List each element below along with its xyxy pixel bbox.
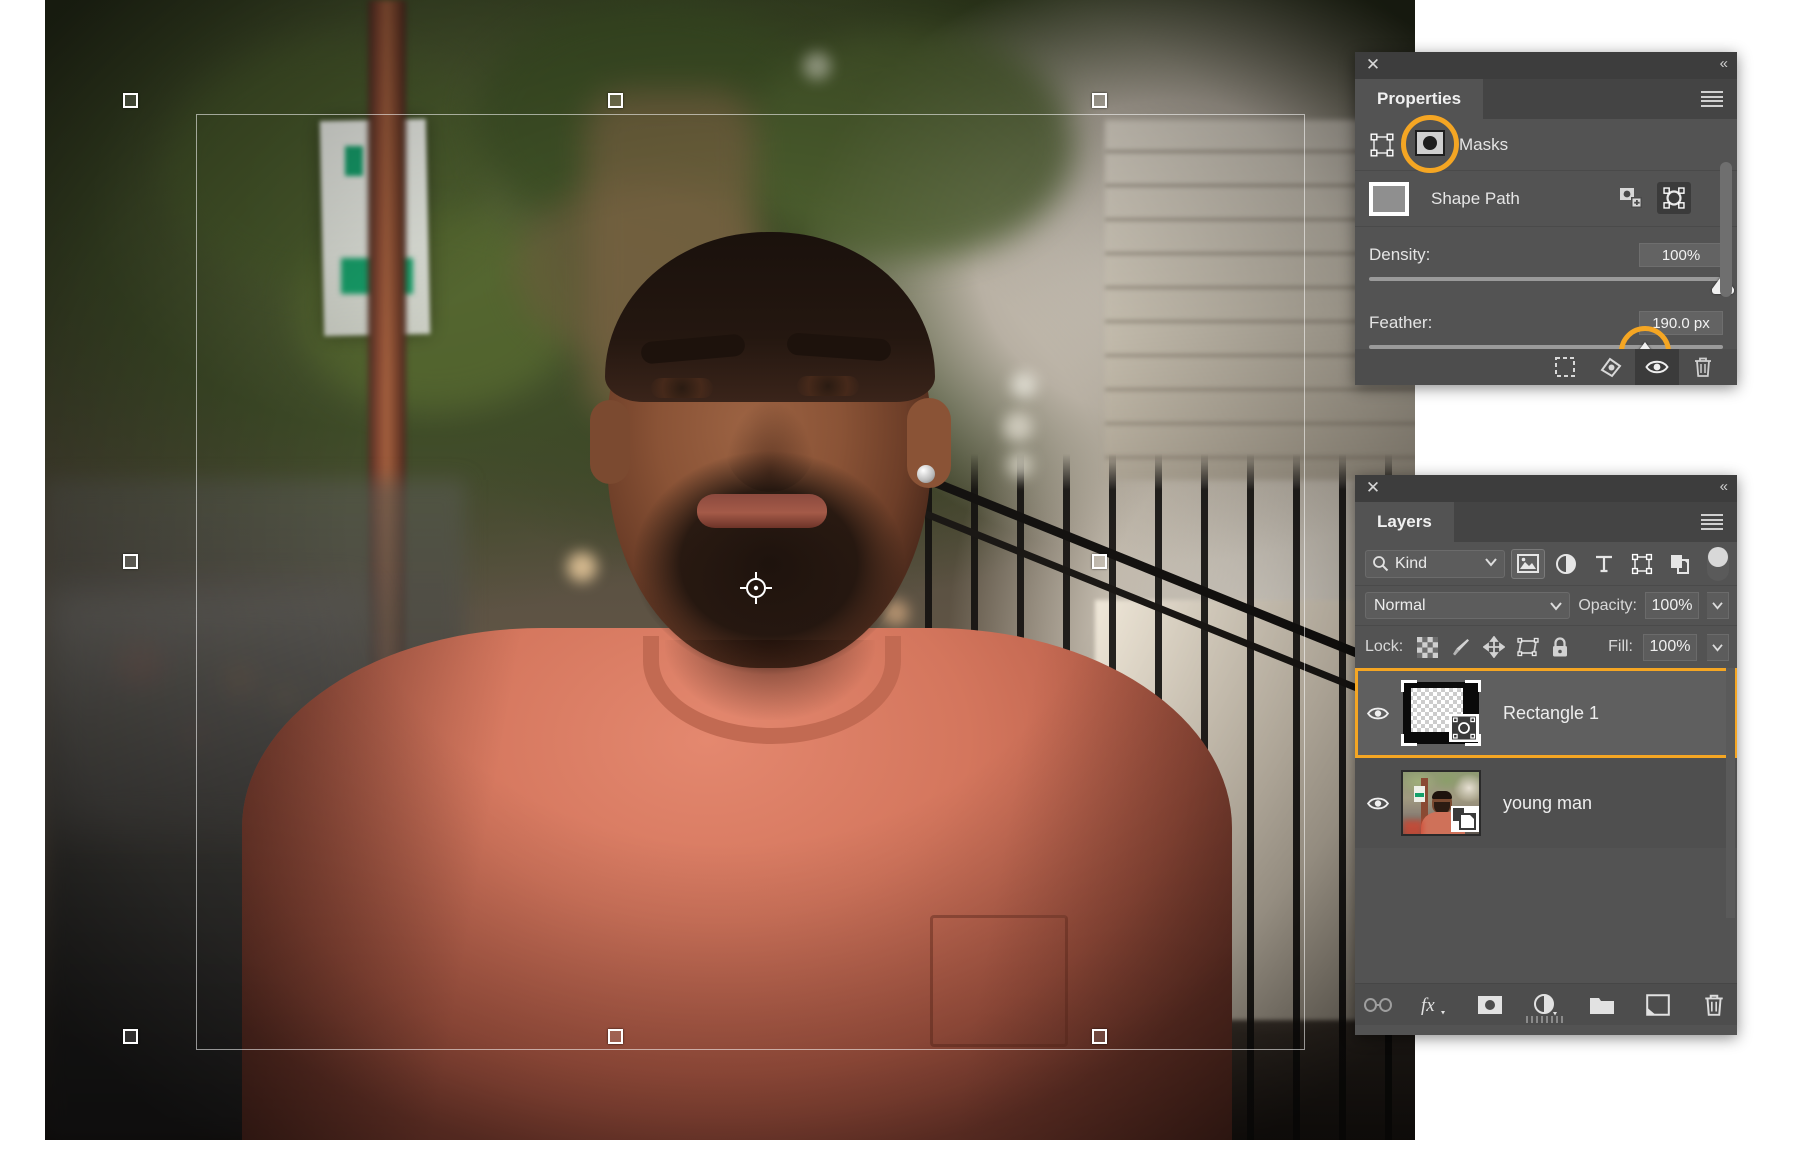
- transform-handle-bottom-left[interactable]: [123, 1029, 138, 1044]
- layers-scrollbar[interactable]: [1726, 668, 1735, 918]
- density-label: Density:: [1369, 245, 1431, 264]
- artboard-icon[interactable]: [1517, 637, 1539, 657]
- properties-mask-kind-label: Masks: [1459, 134, 1509, 154]
- properties-tab-bar: Properties: [1355, 79, 1737, 119]
- vector-mask-badge-icon: [1449, 714, 1479, 742]
- folder-icon[interactable]: [1585, 988, 1619, 1022]
- layer-blend-row: Normal Opacity: 100%: [1355, 586, 1737, 626]
- collapse-icons-icon[interactable]: «: [1720, 478, 1728, 495]
- apply-mask-icon[interactable]: [1589, 349, 1633, 385]
- adjustment-icon[interactable]: [1549, 549, 1583, 579]
- trash-icon[interactable]: [1697, 988, 1731, 1022]
- fx-icon[interactable]: fx: [1417, 988, 1451, 1022]
- panel-menu-icon[interactable]: [1701, 514, 1723, 530]
- layer-visibility-toggle[interactable]: [1355, 705, 1401, 722]
- layers-footer-toolbar: fx: [1355, 983, 1737, 1025]
- shape-icon[interactable]: [1625, 549, 1659, 579]
- close-icon[interactable]: ✕: [1364, 56, 1382, 74]
- transform-handle-bottom-right[interactable]: [1092, 1029, 1107, 1044]
- collapse-icons-icon[interactable]: «: [1720, 55, 1728, 72]
- layer-list[interactable]: Rectangle 1 young man: [1355, 668, 1737, 918]
- layer-thumbnail[interactable]: [1401, 680, 1481, 746]
- tab-layers-label: Layers: [1377, 512, 1432, 531]
- layers-panel-titlebar: ✕ «: [1355, 475, 1737, 502]
- tab-layers[interactable]: Layers: [1355, 502, 1454, 542]
- properties-shape-path-row[interactable]: Shape Path: [1355, 171, 1737, 227]
- transform-reference-point-icon[interactable]: [739, 571, 773, 605]
- properties-panel[interactable]: ✕ « Properties Masks Shape Path Density:…: [1355, 52, 1737, 385]
- layer-filter-row: Kind: [1355, 542, 1737, 586]
- vector-mask-icon[interactable]: [1657, 182, 1691, 214]
- layer-lock-row: Lock: Fill: 100%: [1355, 626, 1737, 668]
- filter-kind-select[interactable]: Kind: [1365, 549, 1505, 578]
- table-row[interactable]: Rectangle 1: [1355, 668, 1737, 758]
- transform-handle-top-right[interactable]: [1092, 93, 1107, 108]
- mask-icon[interactable]: [1473, 988, 1507, 1022]
- smart-object-badge-icon: [1451, 806, 1479, 832]
- table-row[interactable]: young man: [1355, 758, 1737, 848]
- panel-resize-grip[interactable]: [1526, 1016, 1566, 1023]
- opacity-stepper[interactable]: [1707, 592, 1729, 619]
- smart-object-icon[interactable]: [1663, 549, 1697, 579]
- layer-name[interactable]: Rectangle 1: [1503, 703, 1599, 724]
- chevron-down-icon: [1484, 557, 1498, 567]
- eye-icon[interactable]: [1635, 349, 1679, 385]
- selection-marquee-icon[interactable]: [1543, 349, 1587, 385]
- blend-mode-select[interactable]: Normal: [1365, 592, 1571, 619]
- transform-handle-middle-right[interactable]: [1092, 554, 1107, 569]
- layer-name[interactable]: young man: [1503, 793, 1592, 814]
- feather-label: Feather:: [1369, 313, 1433, 332]
- transform-handle-middle-left[interactable]: [123, 554, 138, 569]
- properties-footer-toolbar: [1355, 349, 1737, 385]
- tab-properties[interactable]: Properties: [1355, 79, 1484, 119]
- vector-mask-icon[interactable]: [1369, 132, 1395, 158]
- filter-kind-label: Kind: [1395, 554, 1428, 572]
- lock-label: Lock:: [1365, 638, 1404, 655]
- mask-thumbnail[interactable]: [1369, 181, 1409, 216]
- density-value-field[interactable]: 100%: [1639, 243, 1723, 267]
- pixel-mask-icon[interactable]: [1415, 130, 1445, 156]
- layers-tab-bar: Layers: [1355, 502, 1737, 542]
- layer-thumbnail[interactable]: [1401, 770, 1481, 836]
- search-icon: [1372, 555, 1389, 572]
- opacity-value-field[interactable]: 100%: [1645, 592, 1699, 619]
- brush-icon[interactable]: [1450, 637, 1471, 658]
- type-icon[interactable]: [1587, 549, 1621, 579]
- close-icon[interactable]: ✕: [1364, 479, 1382, 497]
- properties-panel-titlebar: ✕ «: [1355, 52, 1737, 79]
- transform-handle-bottom-center[interactable]: [608, 1029, 623, 1044]
- fill-label: Fill:: [1608, 638, 1633, 655]
- image-icon[interactable]: [1511, 548, 1545, 579]
- fill-value-field[interactable]: 100%: [1643, 633, 1697, 661]
- feather-value-field[interactable]: 190.0 px: [1639, 311, 1723, 335]
- lock-icon[interactable]: [1551, 636, 1569, 658]
- properties-scrollbar[interactable]: [1720, 162, 1732, 297]
- add-pixel-mask-icon[interactable]: [1615, 182, 1649, 214]
- move-arrows-icon[interactable]: [1483, 636, 1506, 658]
- svg-text:fx: fx: [1421, 995, 1435, 1016]
- checker-icon[interactable]: [1417, 636, 1439, 658]
- layers-panel[interactable]: ✕ « Layers Kind Normal Opacity: 100% Loc…: [1355, 475, 1737, 1035]
- chevron-down-icon: [1549, 601, 1563, 611]
- link-icon[interactable]: [1361, 988, 1395, 1022]
- properties-shape-path-label: Shape Path: [1431, 188, 1520, 208]
- density-control[interactable]: Density: 100%: [1355, 227, 1737, 294]
- trash-icon[interactable]: [1681, 349, 1725, 385]
- feather-control[interactable]: Feather: 190.0 px: [1355, 281, 1737, 378]
- properties-mask-kind-row: Masks: [1355, 115, 1737, 173]
- blend-mode-value: Normal: [1374, 596, 1426, 614]
- transform-handle-top-center[interactable]: [608, 93, 623, 108]
- fill-stepper[interactable]: [1707, 633, 1729, 661]
- new-layer-icon[interactable]: [1641, 988, 1675, 1022]
- filter-enable-toggle[interactable]: [1707, 546, 1729, 581]
- panel-menu-icon[interactable]: [1701, 91, 1723, 107]
- transform-handle-top-left[interactable]: [123, 93, 138, 108]
- opacity-label: Opacity:: [1578, 596, 1637, 614]
- tab-properties-label: Properties: [1377, 89, 1462, 108]
- document-canvas[interactable]: [45, 0, 1415, 1140]
- layer-visibility-toggle[interactable]: [1355, 795, 1401, 812]
